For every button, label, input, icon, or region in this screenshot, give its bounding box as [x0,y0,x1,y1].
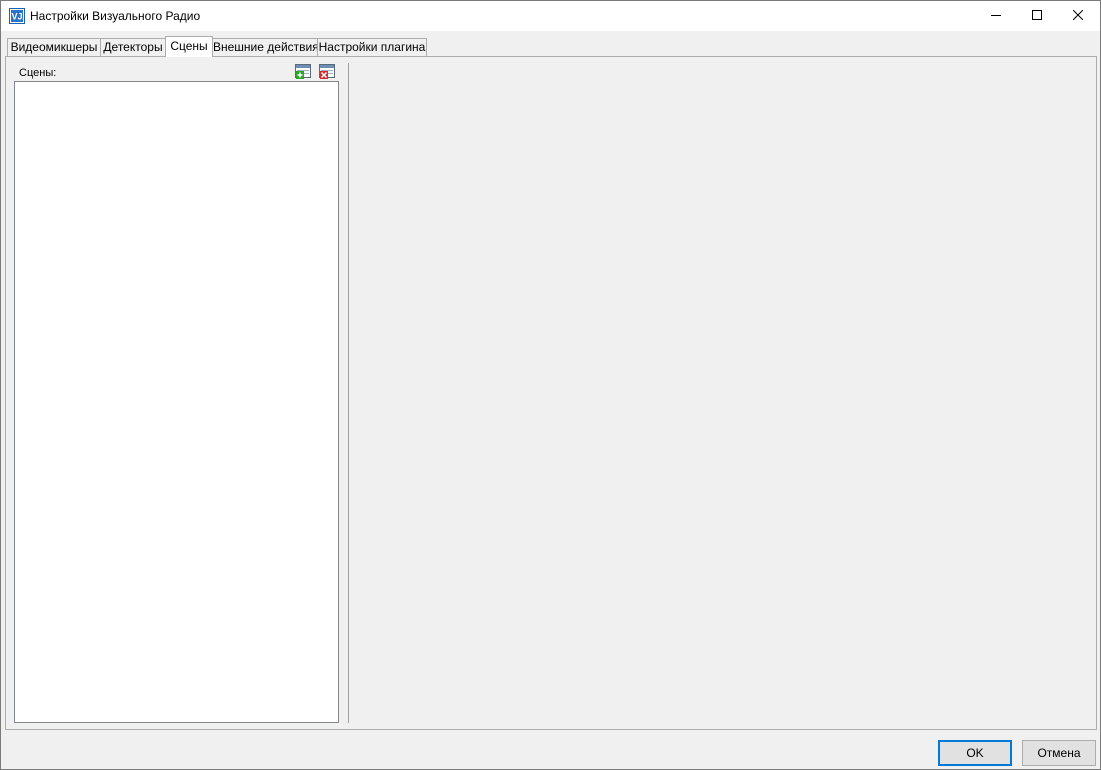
maximize-button[interactable] [1014,1,1060,30]
scene-list[interactable] [14,81,339,723]
scenes-tab-panel: Сцены: [5,56,1097,730]
window-title: Настройки Визуального Радио [30,9,201,23]
svg-text:VJ: VJ [11,12,22,22]
minimize-button[interactable] [973,1,1019,30]
cancel-button[interactable]: Отмена [1022,740,1096,766]
tab-plugin-settings[interactable]: Настройки плагина [317,38,427,57]
minimize-icon [991,9,1001,23]
delete-scene-button[interactable] [318,63,336,82]
scenes-label: Сцены: [19,67,57,79]
tab-videomixers[interactable]: Видеомикшеры [7,38,101,57]
app-logo-icon: VJ [9,8,25,24]
delete-scene-icon [319,63,335,82]
title-bar[interactable]: VJ Настройки Визуального Радио [1,1,1100,31]
ok-button[interactable]: OK [938,740,1012,766]
close-icon [1072,9,1084,23]
tab-scenes[interactable]: Сцены [165,36,213,57]
panel-splitter[interactable] [348,63,349,723]
add-scene-button[interactable] [294,63,312,82]
tab-external-actions[interactable]: Внешние действия [212,38,319,57]
tab-detectors[interactable]: Детекторы [100,38,166,57]
maximize-icon [1032,9,1042,23]
close-button[interactable] [1055,1,1101,30]
add-scene-icon [295,63,311,82]
settings-window: VJ Настройки Визуального Радио Видеомикш… [0,0,1101,770]
tab-strip: Видеомикшеры Детекторы Сцены Внешние дей… [7,36,1097,57]
